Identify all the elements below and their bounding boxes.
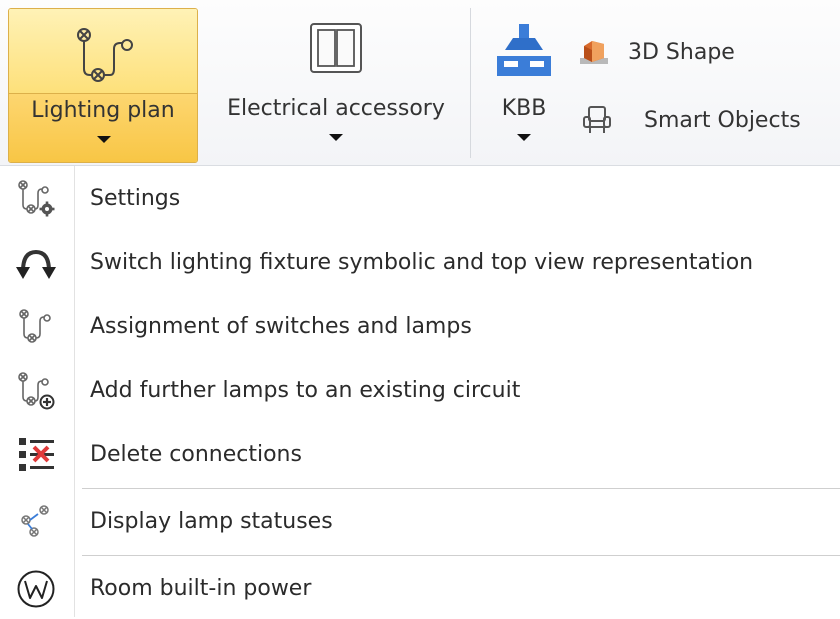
lighting-settings-icon bbox=[18, 180, 55, 217]
menu-item-label: Room built-in power bbox=[90, 576, 312, 601]
menu-item-label: Assignment of switches and lamps bbox=[90, 314, 472, 339]
menu-item-switch-representation[interactable]: Switch lighting fixture symbolic and top… bbox=[8, 233, 840, 293]
menu-divider bbox=[82, 488, 840, 489]
chevron-down-icon bbox=[517, 134, 531, 141]
kbb-button[interactable]: KBB bbox=[488, 10, 560, 160]
lighting-plan-button[interactable]: Lighting plan bbox=[8, 8, 198, 163]
assign-lamp-icon bbox=[19, 309, 51, 343]
lighting-plan-icon-area[interactable] bbox=[9, 9, 197, 93]
armchair-icon bbox=[583, 106, 611, 133]
lamp-status-icon bbox=[21, 505, 49, 537]
lighting-circuit-icon bbox=[77, 28, 133, 82]
electrical-accessory-button[interactable]: Electrical accessory bbox=[208, 10, 464, 160]
kbb-label: KBB bbox=[501, 96, 547, 121]
ribbon-separator bbox=[470, 8, 471, 158]
power-circle-icon bbox=[17, 570, 55, 608]
switch-panel-icon bbox=[310, 23, 362, 73]
chevron-down-icon bbox=[97, 136, 111, 143]
smart-objects-button[interactable]: Smart Objects bbox=[580, 100, 823, 140]
delete-connections-icon bbox=[19, 438, 54, 471]
3d-shape-label: 3D Shape bbox=[628, 39, 735, 65]
menu-divider bbox=[82, 555, 840, 556]
menu-item-room-power[interactable]: Room built-in power bbox=[8, 559, 840, 619]
lighting-plan-menu: Settings Switch lighting fixture symboli… bbox=[8, 166, 840, 617]
ribbon: Lighting plan Electrical accessory KBB 3… bbox=[0, 0, 840, 166]
add-lamp-icon bbox=[18, 372, 55, 410]
menu-item-label: Switch lighting fixture symbolic and top… bbox=[90, 250, 754, 275]
menu-item-label: Display lamp statuses bbox=[90, 509, 333, 534]
menu-item-settings[interactable]: Settings bbox=[8, 169, 840, 229]
smart-objects-label: Smart Objects bbox=[644, 107, 801, 133]
lighting-plan-dropdown[interactable]: Lighting plan bbox=[9, 93, 197, 162]
chevron-down-icon bbox=[329, 134, 343, 141]
menu-item-label: Add further lamps to an existing circuit bbox=[90, 378, 521, 403]
menu-item-assignment[interactable]: Assignment of switches and lamps bbox=[8, 297, 840, 357]
3d-shape-button[interactable]: 3D Shape bbox=[576, 32, 735, 72]
kitchen-cabinet-icon bbox=[497, 24, 551, 76]
menu-item-label: Delete connections bbox=[90, 442, 302, 467]
menu-item-add-lamps[interactable]: Add further lamps to an existing circuit bbox=[8, 361, 840, 421]
cube-icon bbox=[580, 41, 608, 64]
menu-item-delete-connections[interactable]: Delete connections bbox=[8, 425, 840, 485]
switch-arrows-icon bbox=[16, 249, 56, 279]
lighting-plan-label: Lighting plan bbox=[31, 98, 175, 123]
electrical-accessory-label: Electrical accessory bbox=[227, 96, 445, 121]
menu-item-lamp-statuses[interactable]: Display lamp statuses bbox=[8, 492, 840, 552]
menu-item-label: Settings bbox=[90, 186, 181, 211]
